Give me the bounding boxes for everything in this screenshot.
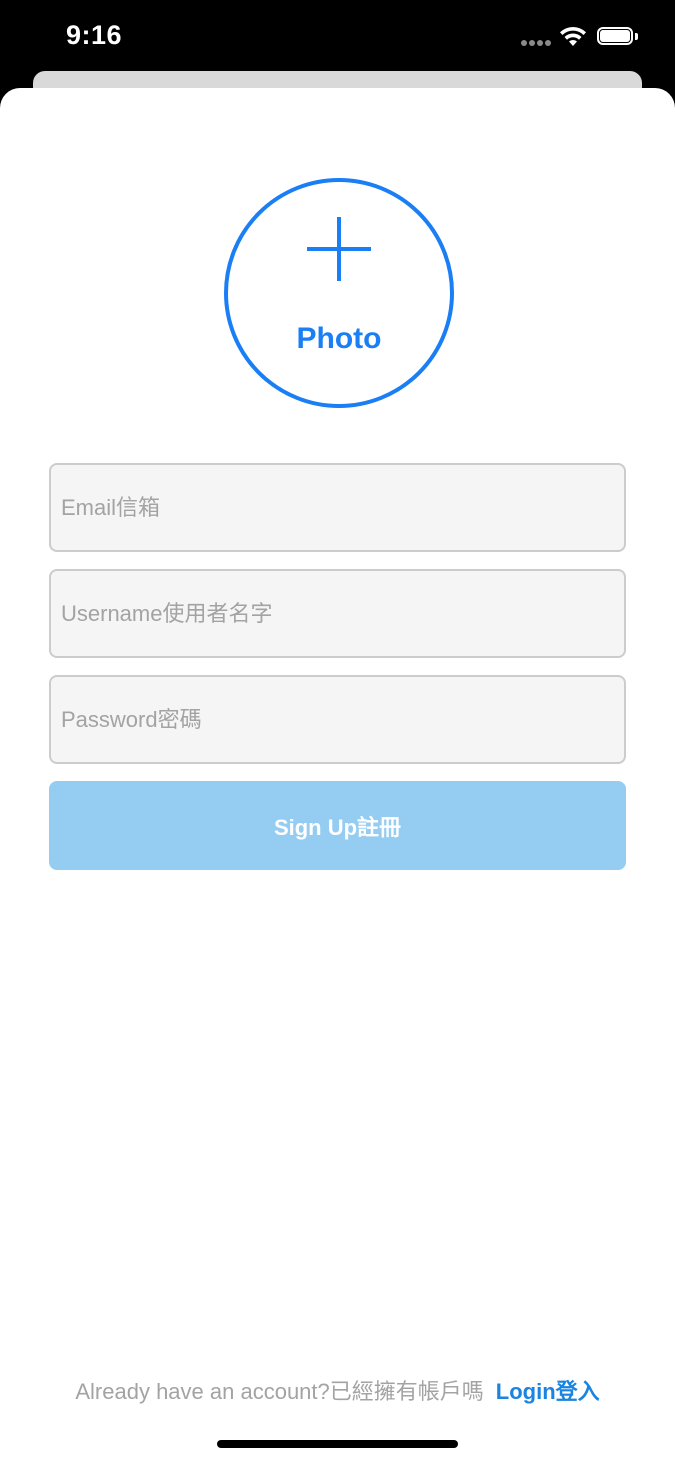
password-field[interactable]: [49, 675, 626, 764]
home-indicator: [217, 1440, 458, 1448]
photo-label: Photo: [296, 322, 382, 355]
username-field[interactable]: [49, 569, 626, 658]
status-time: 9:16: [66, 20, 123, 50]
add-photo-button[interactable]: Photo: [224, 178, 454, 408]
plus-icon: [307, 217, 371, 281]
signup-sheet: Photo Sign Up註冊 Already have an account?…: [0, 88, 675, 1461]
login-prompt-text: Already have an account?已經擁有帳戶嗎: [75, 1379, 484, 1404]
login-prompt-row: Already have an account?已經擁有帳戶嗎 Login登入: [0, 1374, 675, 1406]
email-field[interactable]: [49, 463, 626, 552]
wifi-icon: [560, 26, 586, 46]
status-bar: 9:16: [0, 0, 675, 72]
cellular-signal-icon: [521, 40, 551, 46]
login-link[interactable]: Login登入: [496, 1379, 600, 1404]
app-screen: 9:16 Photo Sign Up註冊 Already h: [0, 0, 675, 1461]
sign-up-button[interactable]: Sign Up註冊: [49, 781, 626, 870]
battery-icon: [597, 27, 641, 47]
